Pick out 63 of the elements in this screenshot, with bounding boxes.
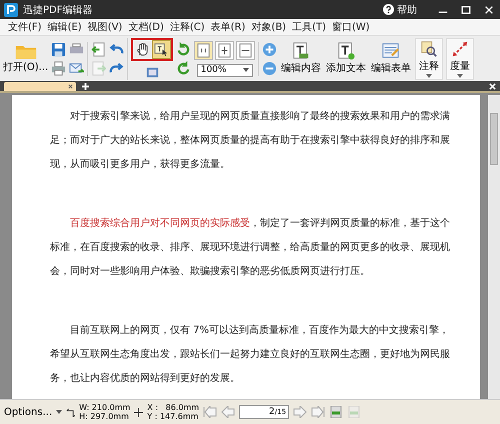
menu-item[interactable]: 视图(V) <box>88 20 122 34</box>
zoom-dropdown[interactable]: 100% <box>196 64 253 76</box>
folder-icon <box>14 43 37 60</box>
add-text-icon <box>337 42 356 60</box>
help-icon <box>383 4 394 15</box>
fit-page-icon[interactable] <box>215 40 234 60</box>
toolbar-button[interactable]: 编辑内容 <box>280 41 322 76</box>
menu-item[interactable]: 工具(T) <box>292 20 326 34</box>
new-tab-icon[interactable] <box>82 82 89 90</box>
next-page-icon[interactable] <box>293 406 308 418</box>
app-logo-icon <box>4 2 18 16</box>
first-page-icon[interactable] <box>203 406 218 418</box>
dropdown-button[interactable]: 度量 <box>446 38 474 80</box>
edit-form-icon <box>382 42 400 60</box>
menu-item[interactable]: 窗口(W) <box>332 20 370 34</box>
scroll-thumb[interactable] <box>490 113 498 165</box>
comment-icon <box>420 40 438 58</box>
scroll-bar[interactable] <box>488 95 500 399</box>
email-icon[interactable] <box>69 60 84 76</box>
paragraph: 对于搜索引擎来说，给用户呈现的网页质量直接影响了最终的搜索效果和用户的需求满足；而对于广大的站长来说，整体网页质量的提高有助于在搜索引擎中获得良好的排序和展现，从而吸引更多用户，获得更多流量。 <box>50 110 450 172</box>
toolbar-button[interactable]: 编辑表单 <box>370 41 412 76</box>
measure-icon <box>451 40 470 58</box>
rotate-left-icon[interactable] <box>176 60 192 76</box>
caret-icon <box>242 68 249 72</box>
dropdown-button[interactable]: 注释 <box>415 38 444 80</box>
window-title: 迅捷PDF编辑器 <box>23 4 92 16</box>
help-button[interactable]: 帮助 <box>383 2 417 16</box>
import-icon[interactable] <box>91 42 106 56</box>
save-icon[interactable] <box>51 42 66 56</box>
actual-size-icon[interactable] <box>194 40 214 60</box>
menu-item[interactable]: 文档(D) <box>128 20 164 34</box>
caret-icon <box>426 74 432 78</box>
printer-icon[interactable] <box>69 42 84 56</box>
undo-icon[interactable] <box>109 42 124 56</box>
width-value: W: 210.0mm <box>79 403 130 412</box>
zoom-out-icon[interactable] <box>262 60 278 76</box>
paragraph: 目前互联网上的网页，仅有 7%可以达到高质量标准，百度作为最大的中文搜索引擎，希望从互联网生态角度出发，跟站长们一起努力建立良好的互联网生态圈，更好地为网民服务，也让内容优质的网站得到更好的发展。 <box>50 324 450 386</box>
caret-icon <box>56 410 62 414</box>
zoom-in-icon[interactable] <box>262 42 278 56</box>
fit-width-icon[interactable] <box>236 40 256 60</box>
menu-item[interactable]: 表单(R) <box>210 20 246 34</box>
toolbar-button[interactable]: 添加文本 <box>325 41 368 76</box>
cursor-position-icon <box>134 408 144 416</box>
maximize-icon[interactable] <box>461 4 471 14</box>
x-value: X : 86.0mm <box>147 403 200 412</box>
redo-icon[interactable] <box>109 60 124 76</box>
edit-content-icon <box>292 42 310 60</box>
back-icon[interactable] <box>329 406 344 418</box>
previous-page-icon[interactable] <box>221 406 236 418</box>
print-icon[interactable] <box>51 60 66 76</box>
rotate-right-icon[interactable] <box>176 42 192 56</box>
menu-item[interactable]: 注释(C) <box>170 20 205 34</box>
height-value: H: 297.0mm <box>79 412 130 421</box>
menu-item[interactable]: 文件(F) <box>8 20 42 34</box>
y-value: Y : 147.6mm <box>147 412 200 421</box>
caret-icon <box>457 74 464 78</box>
open-button[interactable]: 打开(O)... <box>3 43 48 74</box>
options-menu[interactable]: Options... <box>4 406 52 418</box>
menu-item[interactable]: 编辑(E) <box>48 20 82 34</box>
menu-item[interactable]: 对象(B) <box>251 20 286 34</box>
paragraph: 百度搜索综合用户对不同网页的实际感受，制定了一套评判网页质量的标准，基于这个标准，在百度搜索的收录、排序、展现环境进行调整，给高质量的网页更多的收录、展现机会，同时对一些影响用户体验、欺骗搜索引擎的恶劣低质网页进行打压。 <box>50 216 450 279</box>
last-page-icon[interactable] <box>311 406 326 418</box>
text-select-icon[interactable] <box>153 40 170 58</box>
